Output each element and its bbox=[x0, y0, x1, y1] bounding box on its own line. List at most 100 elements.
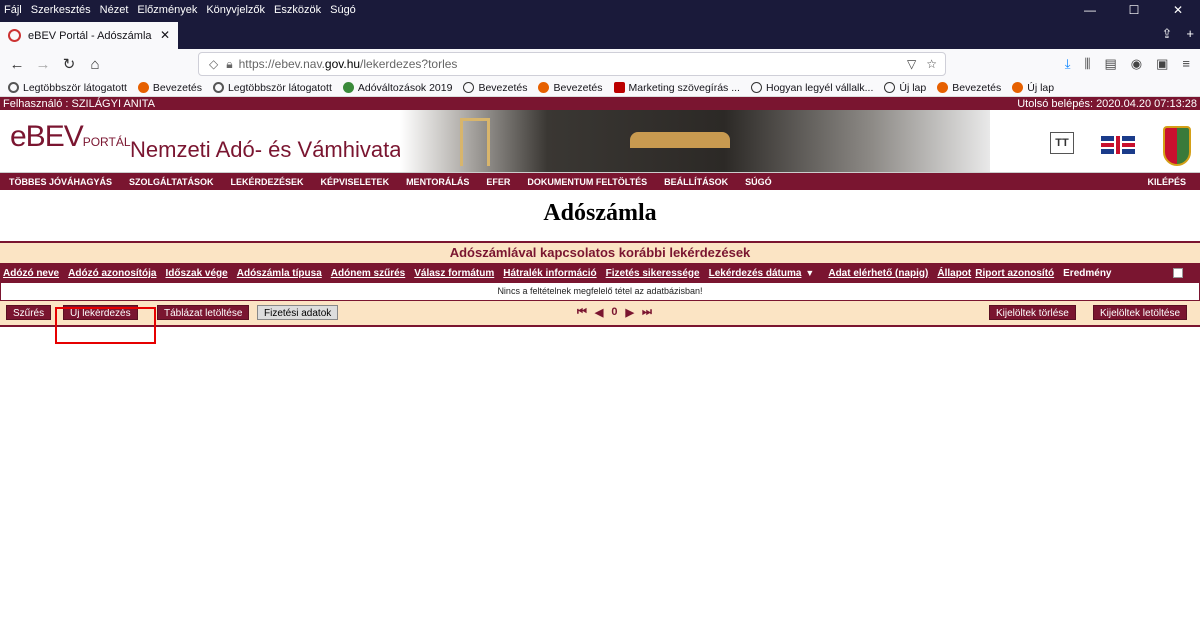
col-status[interactable]: Állapot bbox=[937, 268, 971, 279]
prev-page-icon[interactable]: ◀ bbox=[595, 306, 603, 319]
maximize-icon[interactable]: ☐ bbox=[1112, 0, 1156, 20]
site-favicon-icon bbox=[8, 29, 21, 42]
page-number: 0 bbox=[611, 306, 618, 318]
select-all-checkbox[interactable] bbox=[1173, 268, 1183, 278]
tab-title: eBEV Portál - Adószámla bbox=[28, 29, 152, 42]
site-icon bbox=[342, 82, 354, 93]
empty-message: Nincs a feltételnek megfelelő tétel az a… bbox=[0, 283, 1200, 301]
bookmark-item[interactable]: Bevezetés bbox=[463, 82, 527, 94]
tab-close-icon[interactable]: ✕ bbox=[160, 28, 170, 42]
web-page: Felhasználó : SZILÁGYI ANITA Utolsó belé… bbox=[0, 97, 1200, 644]
m-logo-icon bbox=[613, 82, 625, 93]
col-taxpayer-name[interactable]: Adózó neve bbox=[3, 268, 59, 279]
first-page-icon[interactable]: ⏮︎ bbox=[577, 306, 587, 319]
menu-edit[interactable]: Szerkesztés bbox=[31, 4, 91, 16]
browser-tab[interactable]: eBEV Portál - Adószámla ✕ bbox=[0, 22, 178, 49]
library-icon[interactable]: ⫼ bbox=[1084, 56, 1090, 72]
globe-icon bbox=[884, 82, 896, 93]
highlight-box bbox=[55, 307, 156, 344]
bookmark-item[interactable]: Új lap bbox=[884, 82, 926, 94]
col-tax-filter[interactable]: Adónem szűrés bbox=[331, 268, 405, 279]
budapest-photo bbox=[400, 110, 990, 172]
col-account-type[interactable]: Adószámla típusa bbox=[237, 268, 322, 279]
minimize-icon[interactable]: — bbox=[1068, 0, 1112, 20]
table-download-button[interactable]: Táblázat letöltése bbox=[157, 305, 250, 320]
navigation-bar: ← → ↻ ⌂ ◇ 🔒︎ https://ebev.nav. gov.hu/lek… bbox=[0, 49, 1200, 79]
download-icon[interactable]: ⤓ bbox=[1065, 56, 1071, 72]
toolbar-right: ⤓ ⫼ ▤ ◉ ▣ ≡ bbox=[1065, 56, 1190, 72]
bookmark-item[interactable]: Új lap bbox=[1012, 82, 1054, 94]
globe-icon bbox=[463, 82, 475, 93]
bookmark-item[interactable]: Bevezetés bbox=[137, 82, 202, 94]
agency-title: Nemzeti Adó- és Vámhivatal bbox=[130, 137, 407, 162]
col-taxpayer-id[interactable]: Adózó azonosítója bbox=[68, 268, 156, 279]
english-flag-icon[interactable] bbox=[1101, 136, 1135, 154]
menu-history[interactable]: Előzmények bbox=[137, 4, 197, 16]
url-bar[interactable]: ◇ 🔒︎ https://ebev.nav. gov.hu/lekerdezes?… bbox=[198, 52, 946, 76]
col-query-date[interactable]: Lekérdezés dátuma bbox=[709, 268, 802, 279]
window-controls: — ☐ ✕ bbox=[1068, 0, 1200, 20]
reload-icon[interactable]: ↻ bbox=[56, 55, 82, 73]
lock-icon: 🔒︎ bbox=[226, 56, 233, 71]
pager: ⏮︎ ◀ 0 ▶ ⏭︎ bbox=[577, 306, 652, 319]
pin-icon[interactable]: ⇪ bbox=[1162, 26, 1173, 42]
url-domain: gov.hu bbox=[324, 57, 361, 71]
sort-down-icon[interactable]: ▼ bbox=[805, 268, 814, 278]
url-prefix: https://ebev.nav. bbox=[238, 57, 325, 71]
bookmark-item[interactable]: Bevezetés bbox=[937, 82, 1001, 94]
castle-shape bbox=[630, 132, 730, 148]
menu-mentoring[interactable]: MENTORÁLÁS bbox=[406, 177, 469, 187]
delete-selected-button[interactable]: Kijelöltek törlése bbox=[989, 305, 1076, 320]
forward-icon[interactable]: → bbox=[30, 56, 56, 73]
bookmark-item[interactable]: Legtöbbször látogatott bbox=[212, 82, 332, 94]
account-icon[interactable]: ◉ bbox=[1131, 56, 1142, 72]
text-size-icon[interactable]: TT bbox=[1050, 132, 1074, 154]
star-icon[interactable]: ☆ bbox=[926, 57, 937, 71]
bookmark-item[interactable]: Legtöbbször látogatott bbox=[8, 82, 127, 94]
menu-multi-approval[interactable]: TÖBBES JÓVÁHAGYÁS bbox=[9, 177, 112, 187]
logout-link[interactable]: KILÉPÉS bbox=[1147, 177, 1186, 187]
col-report-id[interactable]: Riport azonosító bbox=[975, 268, 1054, 279]
sidebar-icon[interactable]: ▤ bbox=[1104, 56, 1116, 72]
close-window-icon[interactable]: ✕ bbox=[1156, 0, 1200, 20]
menu-help-site[interactable]: SÚGÓ bbox=[745, 177, 772, 187]
current-user: Felhasználó : SZILÁGYI ANITA bbox=[3, 97, 156, 110]
firefox-icon bbox=[1012, 82, 1024, 93]
menu-services[interactable]: SZOLGÁLTATÁSOK bbox=[129, 177, 214, 187]
col-payment-success[interactable]: Fizetés sikeressége bbox=[606, 268, 700, 279]
home-icon[interactable]: ⌂ bbox=[82, 56, 108, 73]
bookmark-item[interactable]: Bevezetés bbox=[538, 82, 603, 94]
tab-bar: eBEV Portál - Adószámla ✕ ⇪ + bbox=[0, 20, 1200, 49]
col-result: Eredmény bbox=[1063, 267, 1112, 279]
bookmarks-bar: Legtöbbször látogatott Bevezetés Legtöbb… bbox=[0, 79, 1200, 97]
menu-settings[interactable]: BEÁLLÍTÁSOK bbox=[664, 177, 728, 187]
menu-tools[interactable]: Eszközök bbox=[274, 4, 321, 16]
ebev-logo[interactable]: eBEVPORTÁL bbox=[10, 120, 131, 154]
download-selected-button[interactable]: Kijelöltek letöltése bbox=[1093, 305, 1188, 320]
filter-button[interactable]: Szűrés bbox=[6, 305, 52, 320]
back-icon[interactable]: ← bbox=[4, 56, 30, 73]
bookmark-item[interactable]: Adóváltozások 2019 bbox=[342, 82, 452, 94]
pocket-icon[interactable]: ▽ bbox=[907, 57, 916, 71]
menu-bookmarks[interactable]: Könyvjelzők bbox=[206, 4, 265, 16]
col-arrears-info[interactable]: Hátralék információ bbox=[503, 268, 596, 279]
last-page-icon[interactable]: ⏭︎ bbox=[642, 306, 652, 319]
menu-help[interactable]: Súgó bbox=[330, 4, 356, 16]
menu-file[interactable]: Fájl bbox=[4, 4, 22, 16]
new-tab-icon[interactable]: + bbox=[1186, 26, 1194, 42]
bookmark-item[interactable]: Hogyan legyél vállalk... bbox=[750, 82, 873, 94]
menu-representations[interactable]: KÉPVISELETEK bbox=[321, 177, 390, 187]
col-period-end[interactable]: Időszak vége bbox=[165, 268, 227, 279]
menu-queries[interactable]: LEKÉRDEZÉSEK bbox=[231, 177, 304, 187]
menu-document-upload[interactable]: DOKUMENTUM FELTÖLTÉS bbox=[527, 177, 647, 187]
col-data-available[interactable]: Adat elérhető (napig) bbox=[828, 268, 928, 279]
shield-icon: ◇ bbox=[209, 57, 219, 71]
col-response-format[interactable]: Válasz formátum bbox=[414, 268, 494, 279]
menu-efer[interactable]: EFER bbox=[486, 177, 510, 187]
menu-view[interactable]: Nézet bbox=[100, 4, 129, 16]
overflow-menu-icon[interactable]: ≡ bbox=[1182, 56, 1190, 72]
screenshot-icon[interactable]: ▣ bbox=[1156, 56, 1168, 72]
bookmark-item[interactable]: Marketing szövegírás ... bbox=[613, 82, 740, 94]
next-page-icon[interactable]: ▶ bbox=[626, 306, 634, 319]
payment-data-button[interactable]: Fizetési adatok bbox=[257, 305, 339, 320]
